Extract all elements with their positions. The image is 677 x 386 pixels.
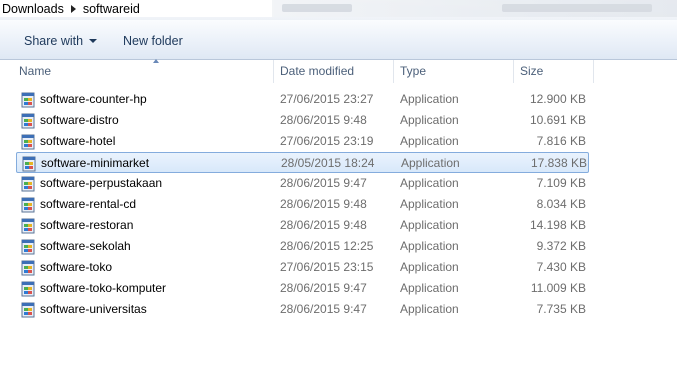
file-date-modified: 28/06/2015 9:47 xyxy=(280,281,367,295)
share-with-button[interactable]: Share with xyxy=(24,34,98,48)
application-exe-icon xyxy=(20,176,36,192)
file-date-modified: 28/06/2015 9:48 xyxy=(280,197,367,211)
file-name[interactable]: software-minimarket xyxy=(41,153,149,174)
file-size: 14.198 KB xyxy=(529,218,586,232)
file-date-modified: 28/06/2015 9:48 xyxy=(280,113,367,127)
file-name[interactable]: software-sekolah xyxy=(40,236,131,257)
breadcrumb-item-downloads[interactable]: Downloads xyxy=(2,2,64,16)
file-size: 17.838 KB xyxy=(530,156,587,170)
share-with-label: Share with xyxy=(24,34,84,48)
file-date-modified: 28/06/2015 12:25 xyxy=(280,239,374,253)
column-header-date-modified[interactable]: Date modified xyxy=(274,60,394,83)
file-name[interactable]: software-rental-cd xyxy=(40,194,136,215)
file-size: 11.009 KB xyxy=(530,281,586,295)
file-name[interactable]: software-restoran xyxy=(40,215,133,236)
application-exe-icon xyxy=(20,218,36,234)
file-name[interactable]: software-toko xyxy=(40,257,112,278)
file-row[interactable]: software-perpustakaan 28/06/2015 9:47 Appl… xyxy=(16,173,589,194)
application-exe-icon xyxy=(20,92,36,108)
application-exe-icon xyxy=(20,239,36,255)
file-row[interactable]: software-universitas 28/06/2015 9:47 Appli… xyxy=(16,299,589,320)
file-type: Application xyxy=(400,176,459,190)
file-name[interactable]: software-universitas xyxy=(40,299,147,320)
file-type: Application xyxy=(400,113,459,127)
background-window-fade xyxy=(272,0,677,17)
column-header-size[interactable]: Size xyxy=(514,60,594,83)
file-row[interactable]: software-hotel 27/06/2015 23:19 Applicatio… xyxy=(16,131,589,152)
sort-ascending-icon xyxy=(153,59,159,63)
chevron-right-icon[interactable] xyxy=(70,4,76,13)
file-size: 7.109 KB xyxy=(536,176,586,190)
file-row[interactable]: software-toko 27/06/2015 23:15 Application… xyxy=(16,257,589,278)
caret-down-icon xyxy=(89,39,98,43)
file-date-modified: 27/06/2015 23:15 xyxy=(280,260,374,274)
file-row[interactable]: software-rental-cd 28/06/2015 9:48 Applica… xyxy=(16,194,589,215)
file-type: Application xyxy=(400,302,459,316)
file-type: Application xyxy=(400,281,459,295)
file-row[interactable]: software-sekolah 28/06/2015 12:25 Applicat… xyxy=(16,236,589,257)
file-type: Application xyxy=(400,134,459,148)
file-size: 9.372 KB xyxy=(536,239,586,253)
breadcrumb-item-softwareid[interactable]: softwareid xyxy=(83,2,140,16)
file-size: 8.034 KB xyxy=(536,197,586,211)
application-exe-icon xyxy=(20,113,36,129)
column-header-name[interactable]: Name xyxy=(13,59,274,83)
breadcrumb: Downloads softwareid xyxy=(0,0,274,17)
file-type: Application xyxy=(400,197,459,211)
file-date-modified: 27/06/2015 23:19 xyxy=(280,134,374,148)
file-type: Application xyxy=(400,260,459,274)
file-date-modified: 27/06/2015 23:27 xyxy=(280,92,374,106)
application-exe-icon xyxy=(20,260,36,276)
file-row[interactable]: software-minimarket 28/05/2015 18:24 Appli… xyxy=(16,152,589,173)
file-name[interactable]: software-toko-komputer xyxy=(40,278,166,299)
command-bar: Share with New folder xyxy=(0,20,677,60)
column-headers: Name Date modified Type Size xyxy=(0,59,677,83)
file-date-modified: 28/05/2015 18:24 xyxy=(281,156,375,170)
file-name[interactable]: software-counter-hp xyxy=(40,89,147,110)
file-name[interactable]: software-hotel xyxy=(40,131,115,152)
column-header-type[interactable]: Type xyxy=(394,60,514,83)
column-header-name-label: Name xyxy=(19,64,52,78)
file-size: 12.900 KB xyxy=(529,92,586,106)
file-size: 7.430 KB xyxy=(536,260,586,274)
application-exe-icon xyxy=(20,281,36,297)
file-type: Application xyxy=(400,239,459,253)
new-folder-button[interactable]: New folder xyxy=(123,34,183,48)
file-type: Application xyxy=(400,92,459,106)
file-row[interactable]: software-restoran 28/06/2015 9:48 Applicat… xyxy=(16,215,589,236)
file-type: Application xyxy=(400,218,459,232)
file-size: 10.691 KB xyxy=(529,113,586,127)
file-date-modified: 28/06/2015 9:48 xyxy=(280,218,367,232)
application-exe-icon xyxy=(20,134,36,150)
file-list: software-counter-hp 27/06/2015 23:27 Appli… xyxy=(0,89,677,320)
application-exe-icon xyxy=(21,156,37,172)
file-name[interactable]: software-distro xyxy=(40,110,119,131)
application-exe-icon xyxy=(20,302,36,318)
file-name[interactable]: software-perpustakaan xyxy=(40,173,162,194)
file-type: Application xyxy=(401,156,460,170)
file-size: 7.735 KB xyxy=(536,302,586,316)
file-date-modified: 28/06/2015 9:47 xyxy=(280,176,367,190)
address-bar: Downloads softwareid xyxy=(0,0,677,20)
file-date-modified: 28/06/2015 9:47 xyxy=(280,302,367,316)
file-row[interactable]: software-distro 28/06/2015 9:48 Applicatio… xyxy=(16,110,589,131)
file-size: 7.816 KB xyxy=(536,134,586,148)
file-row[interactable]: software-counter-hp 27/06/2015 23:27 Appli… xyxy=(16,89,589,110)
application-exe-icon xyxy=(20,197,36,213)
file-row[interactable]: software-toko-komputer 28/06/2015 9:47 App… xyxy=(16,278,589,299)
